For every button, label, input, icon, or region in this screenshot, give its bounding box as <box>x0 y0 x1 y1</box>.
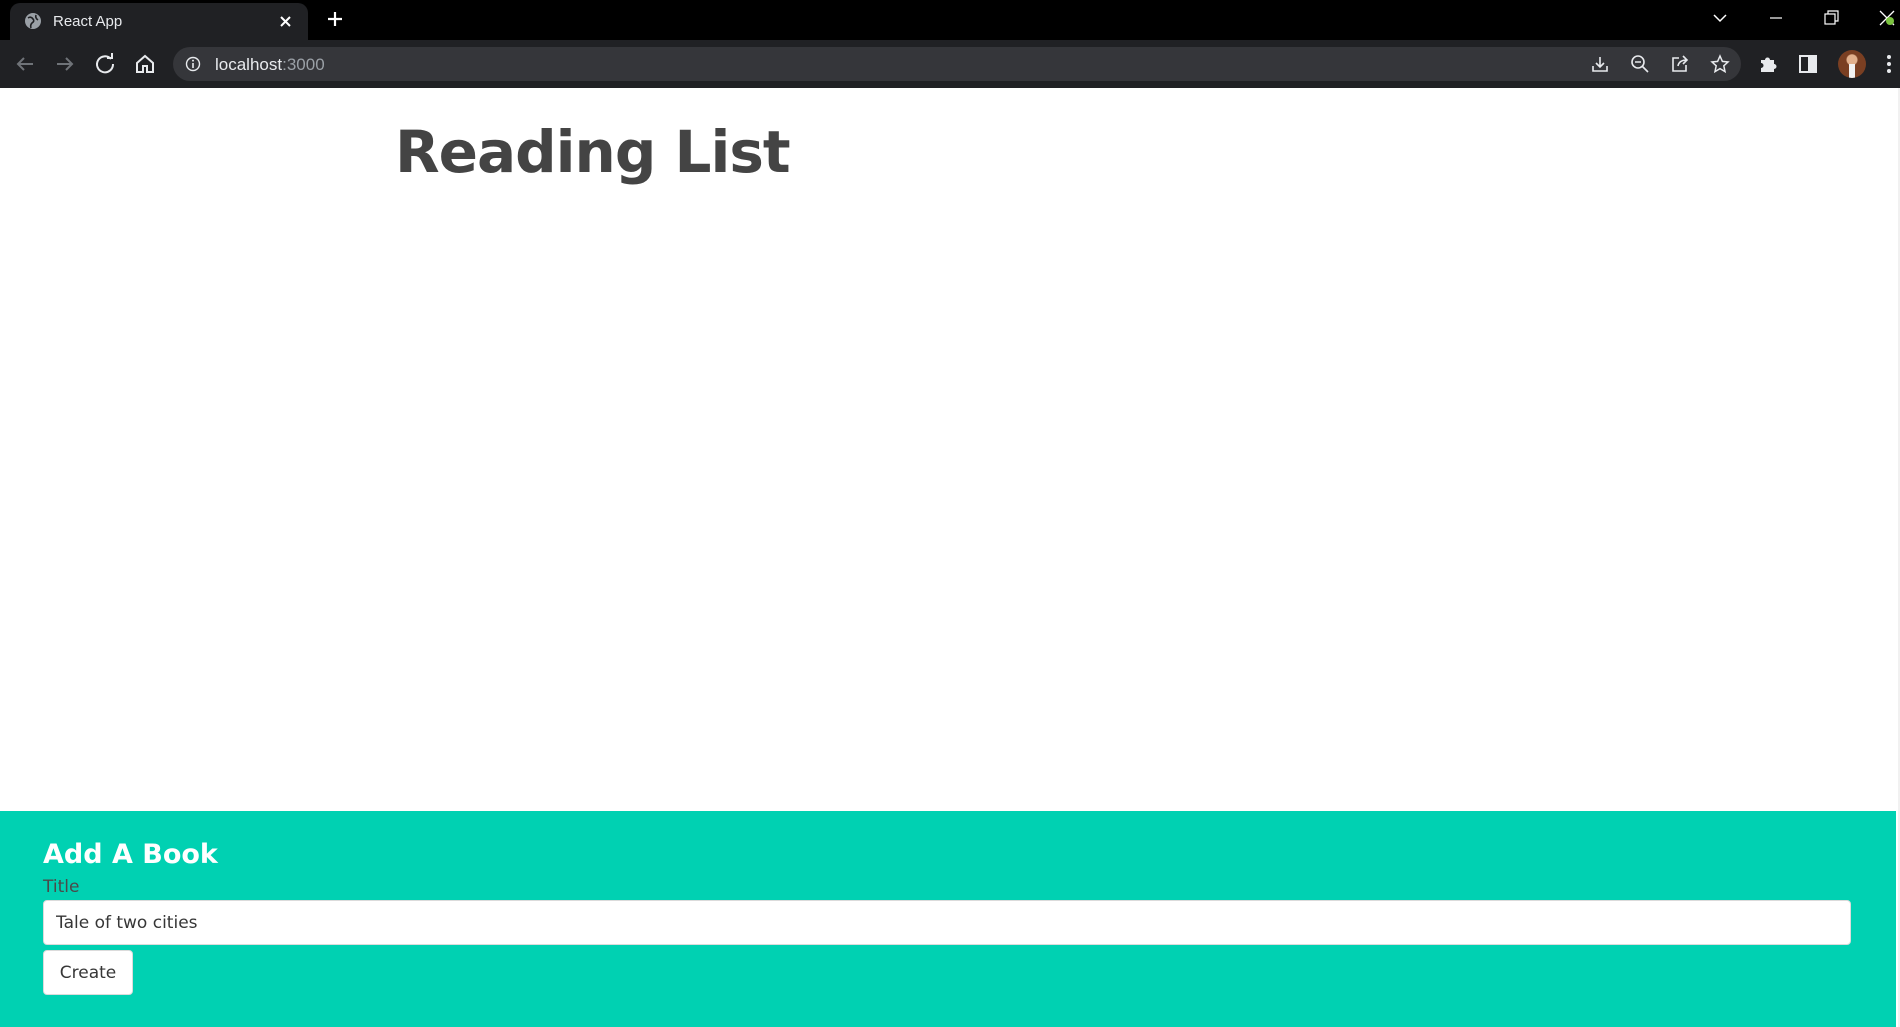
tab-strip: React App <box>0 0 1900 40</box>
close-icon[interactable] <box>278 14 293 29</box>
close-window-icon[interactable] <box>1876 8 1898 28</box>
address-bar[interactable]: localhost:3000 <box>173 47 1741 81</box>
tab-react-app[interactable]: React App <box>10 3 308 40</box>
extensions-puzzle-icon[interactable] <box>1756 52 1780 76</box>
restore-icon[interactable] <box>1820 8 1842 28</box>
add-book-heading: Add A Book <box>43 839 218 870</box>
url-text[interactable]: localhost:3000 <box>215 55 325 75</box>
minimize-icon[interactable] <box>1765 8 1787 28</box>
more-menu-icon[interactable] <box>1884 52 1894 76</box>
profile-avatar[interactable] <box>1838 50 1866 78</box>
tab-title: React App <box>53 13 123 30</box>
page-content: Reading List Add A Book Title Create <box>0 88 1900 1027</box>
page-title: Reading List <box>395 118 791 186</box>
create-button[interactable]: Create <box>43 950 133 995</box>
reload-icon[interactable] <box>93 52 117 76</box>
new-tab-plus-icon[interactable] <box>325 9 345 29</box>
home-icon[interactable] <box>133 52 157 76</box>
url-port: :3000 <box>282 55 325 74</box>
globe-icon <box>25 13 41 29</box>
forward-arrow-icon[interactable] <box>53 52 77 76</box>
book-create-panel: Add A Book Title Create <box>0 811 1896 1027</box>
info-icon[interactable] <box>185 56 201 72</box>
share-icon[interactable] <box>1670 54 1690 74</box>
install-app-icon[interactable] <box>1590 54 1610 74</box>
browser-toolbar: localhost:3000 <box>0 40 1900 88</box>
url-host: localhost <box>215 55 283 74</box>
title-input[interactable] <box>43 900 1851 945</box>
bookmark-star-icon[interactable] <box>1710 54 1730 74</box>
side-panel-icon[interactable] <box>1796 52 1820 76</box>
chevron-down-icon[interactable] <box>1709 8 1731 28</box>
back-arrow-icon[interactable] <box>13 52 37 76</box>
title-label: Title <box>43 877 80 897</box>
zoom-out-icon[interactable] <box>1630 54 1650 74</box>
browser-window: React App localhost:3000 Reading List Ad… <box>0 0 1900 1027</box>
